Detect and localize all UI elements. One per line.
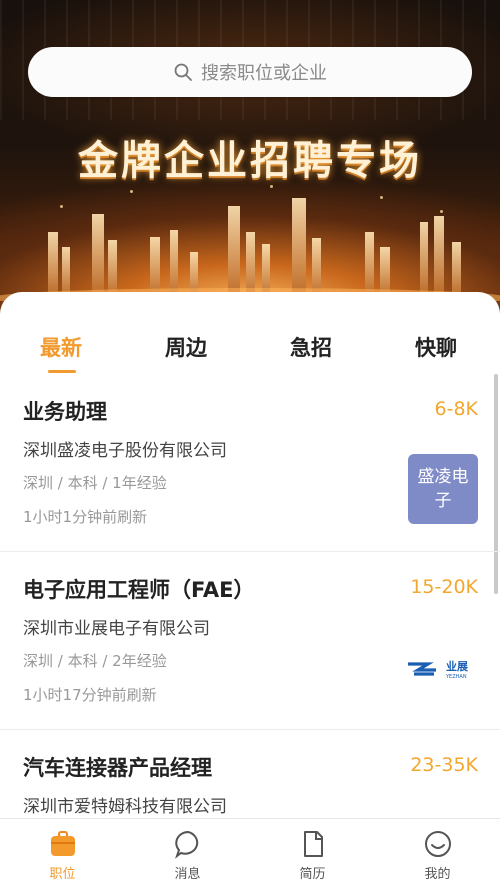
job-list-panel: 最新 周边 急招 快聊 业务助理 6-8K 深圳盛凌电子股份有限公司 深圳 / … [0, 292, 500, 818]
search-icon [174, 63, 192, 81]
job-card[interactable]: 汽车连接器产品经理 23-35K 深圳市爱特姆科技有限公司 [0, 730, 500, 818]
smiley-face-icon [424, 831, 451, 857]
refresh-time: 1小时1分钟前刷新 [23, 508, 148, 526]
bottom-navigation: 职位 消息 简历 我的 [0, 818, 500, 888]
hero-banner[interactable]: 金牌企业招聘专场 搜索职位或企业 [0, 0, 500, 330]
nav-label: 职位 [49, 867, 76, 882]
chat-bubble-icon [174, 830, 198, 859]
job-requirements: 深圳 / 本科 / 2年经验 [23, 652, 167, 670]
nav-resume[interactable]: 简历 [250, 819, 375, 888]
document-icon [303, 831, 323, 857]
tab-bar: 最新 周边 急招 快聊 [0, 292, 500, 376]
nav-messages[interactable]: 消息 [125, 819, 250, 888]
briefcase-icon [50, 831, 75, 856]
nav-label: 简历 [299, 867, 326, 882]
nav-label: 消息 [174, 867, 201, 882]
job-salary: 15-20K [410, 576, 478, 598]
active-tab-indicator [48, 370, 76, 373]
company-name: 深圳市爱特姆科技有限公司 [23, 797, 227, 817]
tab-urgent[interactable]: 急招 [290, 332, 332, 362]
job-card[interactable]: 业务助理 6-8K 深圳盛凌电子股份有限公司 深圳 / 本科 / 1年经验 1小… [0, 374, 500, 552]
refresh-time: 1小时17分钟前刷新 [23, 686, 157, 704]
nav-profile[interactable]: 我的 [375, 819, 500, 888]
job-card[interactable]: 电子应用工程师（FAE） 15-20K 深圳市业展电子有限公司 深圳 / 本科 … [0, 552, 500, 730]
job-title: 电子应用工程师（FAE） [23, 578, 255, 602]
company-logo: 盛凌电子 [408, 454, 478, 524]
job-title: 汽车连接器产品经理 [23, 756, 212, 780]
job-requirements: 深圳 / 本科 / 1年经验 [23, 474, 167, 492]
job-salary: 23-35K [410, 754, 478, 776]
city-skyline-illustration [0, 198, 500, 302]
banner-title: 金牌企业招聘专场 [78, 138, 422, 184]
tab-nearby[interactable]: 周边 [165, 332, 207, 362]
nav-jobs[interactable]: 职位 [0, 819, 125, 888]
tab-quick-chat[interactable]: 快聊 [415, 332, 457, 362]
nav-label: 我的 [424, 867, 451, 882]
company-logo: 业展 YEZHAN [408, 659, 469, 680]
job-salary: 6-8K [434, 398, 479, 420]
company-logo-subtext: YEZHAN [445, 674, 467, 680]
job-title: 业务助理 [23, 400, 107, 424]
company-name: 深圳盛凌电子股份有限公司 [23, 441, 227, 461]
company-logo-text: 业展 [446, 659, 469, 673]
search-bar[interactable]: 搜索职位或企业 [28, 47, 472, 97]
search-input[interactable]: 搜索职位或企业 [201, 59, 327, 85]
tab-latest[interactable]: 最新 [40, 332, 82, 362]
company-name: 深圳市业展电子有限公司 [23, 619, 210, 639]
